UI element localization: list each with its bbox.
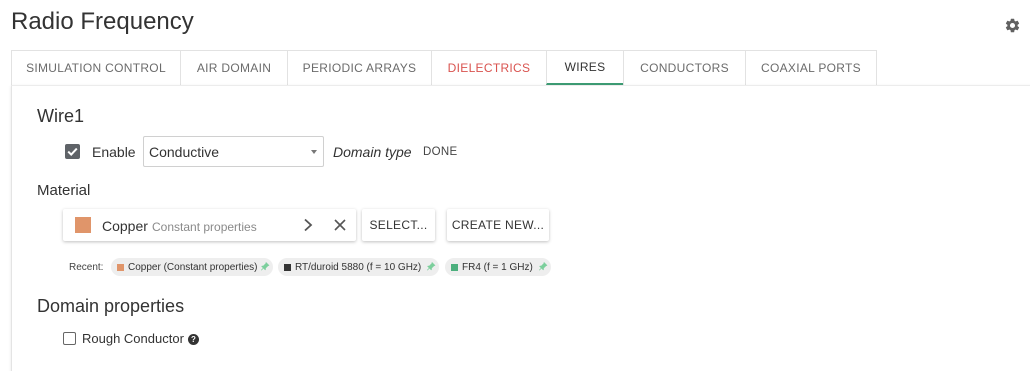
help-icon[interactable]: ? bbox=[188, 334, 199, 345]
select-material-button[interactable]: SELECT... bbox=[362, 209, 435, 241]
material-color-swatch bbox=[284, 263, 291, 271]
rough-conductor-label: Rough Conductor bbox=[82, 331, 184, 346]
domain-type-value: DONE bbox=[423, 146, 458, 158]
recent-material-chip[interactable]: FR4 (f = 1 GHz) bbox=[445, 258, 551, 276]
material-subtitle: Constant properties bbox=[152, 220, 257, 234]
wire-heading: Wire1 bbox=[37, 106, 85, 126]
check-icon bbox=[67, 147, 78, 157]
tab-coaxial-ports[interactable]: COAXIAL PORTS bbox=[745, 50, 877, 85]
recent-label: Recent: bbox=[69, 262, 104, 273]
gear-icon[interactable] bbox=[1004, 17, 1021, 34]
material-color-swatch bbox=[451, 263, 458, 271]
material-color-swatch bbox=[117, 263, 124, 271]
material-name: Copper bbox=[102, 218, 148, 234]
rough-conductor-checkbox[interactable] bbox=[63, 332, 76, 345]
tab-air-domain[interactable]: AIR DOMAIN bbox=[180, 50, 288, 85]
recent-material-chip[interactable]: Copper (Constant properties) bbox=[111, 258, 273, 276]
tab-periodic-arrays[interactable]: PERIODIC ARRAYS bbox=[287, 50, 432, 85]
tab-dielectrics[interactable]: DIELECTRICS bbox=[431, 50, 547, 85]
chevron-right-icon[interactable] bbox=[303, 218, 313, 232]
pin-icon[interactable] bbox=[259, 261, 270, 273]
caret-down-icon bbox=[311, 150, 317, 154]
tab-wires[interactable]: WIRES bbox=[546, 50, 624, 85]
domain-select-value: Conductive bbox=[149, 144, 220, 160]
domain-select[interactable]: Conductive bbox=[143, 136, 324, 167]
recent-material-label: RT/duroid 5880 (f = 10 GHz) bbox=[295, 261, 422, 273]
material-card[interactable]: Copper Constant properties bbox=[63, 209, 356, 241]
pin-icon[interactable] bbox=[425, 261, 436, 273]
enable-label: Enable bbox=[92, 144, 136, 160]
tab-conductors[interactable]: CONDUCTORS bbox=[623, 50, 746, 85]
material-color-swatch bbox=[75, 217, 91, 233]
recent-material-label: FR4 (f = 1 GHz) bbox=[462, 261, 533, 273]
tab-simulation-control[interactable]: SIMULATION CONTROL bbox=[11, 50, 181, 85]
recent-material-chip[interactable]: RT/duroid 5880 (f = 10 GHz) bbox=[278, 258, 439, 276]
create-material-button[interactable]: CREATE NEW... bbox=[447, 209, 549, 241]
close-icon[interactable] bbox=[333, 218, 347, 232]
page-title: Radio Frequency bbox=[11, 8, 194, 35]
recent-material-label: Copper (Constant properties) bbox=[128, 261, 258, 273]
domain-type-label: Domain type bbox=[333, 144, 412, 160]
pin-icon[interactable] bbox=[537, 261, 548, 273]
tab-bar: SIMULATION CONTROL AIR DOMAIN PERIODIC A… bbox=[11, 50, 877, 85]
domain-properties-heading: Domain properties bbox=[37, 296, 185, 316]
material-heading: Material bbox=[37, 182, 91, 199]
enable-checkbox[interactable] bbox=[65, 144, 80, 159]
